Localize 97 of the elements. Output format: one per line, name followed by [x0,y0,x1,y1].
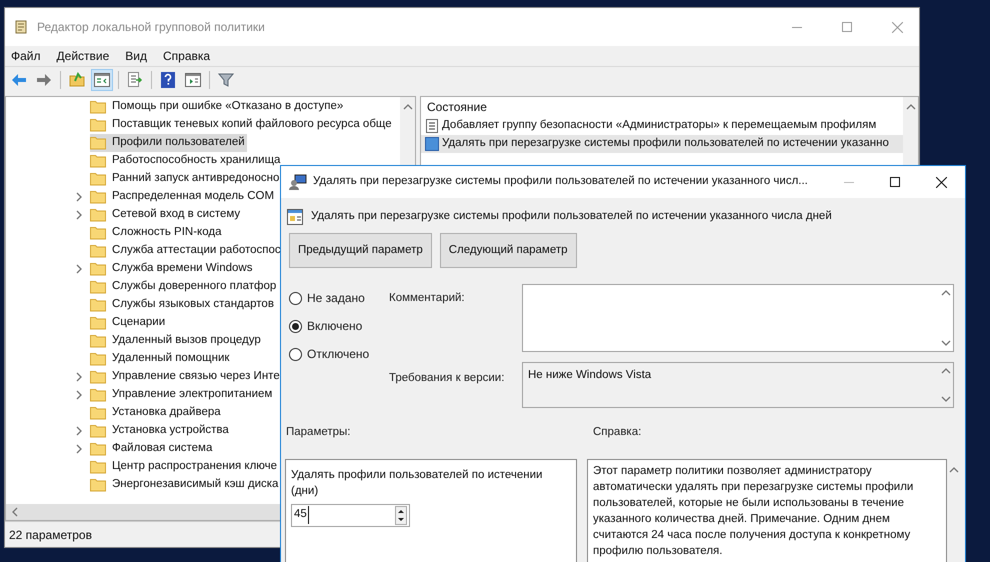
folder-icon [90,334,106,348]
folder-icon [90,280,106,294]
tree-item[interactable]: Сетевой вход в систему [90,206,242,224]
folder-icon [90,442,106,456]
help-text-panel: Этот параметр политики позволяет администратору автоматически удалять при перезагрузке системы профили пользователей, которые не были использованы в течение указанного количества дней. Примечание. Одним днем считаются 24 часа после получения доступа к конкретному профилю пользователя. [587,458,947,562]
chevron-icon [74,264,84,274]
requirements-box: Не ниже Windows Vista [522,362,954,408]
export-list-icon [127,72,143,87]
tree-item[interactable]: Службы доверенного платфор [90,278,278,296]
folder-icon [90,208,106,222]
folder-icon [90,154,106,168]
tree-item[interactable]: Службы языковых стандартов [90,296,276,314]
options-label: Параметры: [286,425,352,440]
folder-icon [90,100,106,114]
tree-item[interactable]: Центр распространения ключе [90,458,280,476]
setting-icon [425,137,439,151]
folder-icon [90,388,106,402]
window-title: Редактор локальной групповой политики [37,19,265,36]
tree-item[interactable]: Удаленный помощник [90,350,232,368]
scroll-down-icon [941,338,951,348]
radio-label: Не задано [307,290,365,308]
setting-icon [425,119,439,133]
number-spinner[interactable]: 45 [291,504,410,526]
tree-item[interactable]: Удаленный вызов процедур [90,332,263,350]
folder-icon [90,118,106,132]
help-label: Справка: [593,425,642,440]
list-row[interactable]: Удалять при перезагрузке системы профили пользователей по истечении указанно [421,135,903,153]
policy-heading: Удалять при перезагрузке системы профили пользователей по истечении указанного числа дней [311,209,832,224]
tree-item[interactable]: Сложность PIN-кода [90,224,224,242]
folder-icon [90,370,106,384]
scroll-app-icon [13,19,29,35]
folder-icon [90,244,106,258]
folder-icon [90,298,106,312]
properties-icon [185,72,201,86]
forward-arrow-icon [36,72,52,86]
tree-item[interactable]: Распределенная модель COM [90,188,276,206]
tree-item[interactable]: Работоспособность хранилища [90,152,282,170]
tree-item[interactable]: Управление электропитанием [90,386,274,404]
tree-pane-icon [94,72,110,86]
folder-icon [90,316,106,330]
radio-button[interactable] [289,348,302,361]
close-icon[interactable] [936,176,947,188]
folder-icon [90,478,106,492]
radio-label: Включено [307,318,362,336]
tree-item[interactable]: Управление связью через Инте [90,368,282,386]
comment-label: Комментарий: [389,291,466,306]
window-title: Удалять при перезагрузке системы профили пользователей по истечении указанного числ... [313,174,808,190]
maximize-icon[interactable] [890,177,900,187]
requirements-label: Требования к версии: [389,370,506,386]
scroll-up-icon [402,102,412,112]
column-header[interactable]: Состояние [421,97,903,117]
folder-icon [90,226,106,240]
tree-item[interactable]: Служба аттестации работоспос [90,242,283,260]
back-arrow-icon [11,72,27,86]
tree-item[interactable]: Энергонезависимый кэш диска [90,476,280,494]
tree-item[interactable]: Установка устройства [90,422,231,440]
folder-icon [90,352,106,366]
folder-icon [90,406,106,420]
minimize-icon[interactable] [792,26,802,28]
tree-item[interactable]: Ранний запуск антивредоносно [90,170,282,188]
scroll-down-icon [941,394,951,404]
folder-icon [90,136,106,150]
scroll-up-icon [949,464,959,474]
menu-item[interactable]: Справка [163,47,210,65]
tree-item[interactable]: Файловая система [90,440,214,458]
menu-item[interactable]: Вид [125,47,147,65]
filter-icon [218,72,234,88]
radio-label: Отключено [307,346,370,364]
scroll-up-icon [906,102,916,112]
folder-icon [90,424,106,438]
help-icon [161,72,175,88]
comment-field[interactable] [522,284,954,352]
menu-item[interactable]: Действие [56,47,110,65]
spin-arrows-icon[interactable] [395,506,407,524]
folder-up-icon [69,72,85,87]
status-text: 22 параметров [9,526,92,544]
tree-item[interactable]: Помощь при ошибке «Отказано в доступе» [90,98,346,116]
folder-icon [90,460,106,474]
toolbar-button[interactable] [91,68,113,90]
tree-item[interactable]: Поставщик теневых копий файлового ресурса обще [90,116,394,134]
radio-button[interactable] [289,320,302,333]
nav-button[interactable]: Предыдущий параметр [289,233,432,268]
menu-item[interactable]: Файл [11,47,41,65]
nav-button[interactable]: Следующий параметр [440,233,576,268]
tree-item[interactable]: Сценарии [90,314,168,332]
tree-item[interactable]: Установка драйвера [90,404,223,422]
option-label: Удалять профили пользователей по истечении (дни) [291,468,544,498]
list-row[interactable]: Добавляет группу безопасности «Администраторы» к перемещаемым профилям [421,117,903,135]
folder-icon [90,190,106,204]
tree-item[interactable]: Профили пользователей [90,134,247,152]
radio-button[interactable] [289,292,302,305]
folder-icon [90,262,106,276]
tree-item[interactable]: Служба времени Windows [90,260,254,278]
folder-icon [90,172,106,186]
scroll-left-icon [10,507,20,517]
computer-user-icon [289,174,307,190]
policy-icon [287,208,303,225]
